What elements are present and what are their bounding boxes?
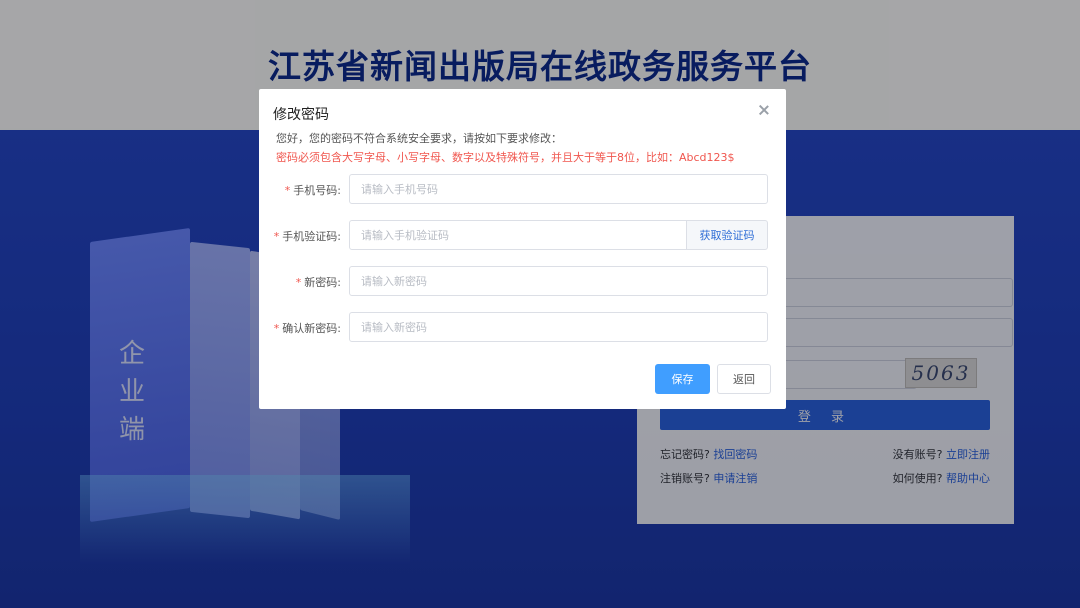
required-mark: * bbox=[273, 322, 280, 335]
confirm-password-label: * 确认新密码: bbox=[274, 320, 341, 336]
close-icon[interactable] bbox=[756, 103, 772, 119]
required-mark: * bbox=[273, 230, 280, 243]
sms-code-label-text: 手机验证码: bbox=[282, 230, 341, 243]
new-password-label: * 新密码: bbox=[296, 274, 341, 290]
get-code-button[interactable]: 获取验证码 bbox=[686, 220, 768, 250]
sms-code-input[interactable] bbox=[349, 220, 687, 250]
confirm-password-label-text: 确认新密码: bbox=[282, 322, 341, 335]
new-password-input[interactable] bbox=[349, 266, 768, 296]
dialog-notice: 您好，您的密码不符合系统安全要求，请按如下要求修改： bbox=[276, 132, 562, 145]
save-button[interactable]: 保存 bbox=[655, 364, 710, 394]
dialog-title: 修改密码 bbox=[273, 107, 329, 123]
back-button[interactable]: 返回 bbox=[717, 364, 771, 394]
new-password-label-text: 新密码: bbox=[304, 276, 341, 289]
required-mark: * bbox=[284, 184, 291, 197]
phone-label-text: 手机号码: bbox=[293, 184, 341, 197]
phone-input[interactable] bbox=[349, 174, 768, 204]
password-rule-warning: 密码必须包含大写字母、小写字母、数字以及特殊符号，并且大于等于8位，比如：Abc… bbox=[276, 151, 735, 164]
change-password-dialog: 修改密码 您好，您的密码不符合系统安全要求，请按如下要求修改： 密码必须包含大写… bbox=[259, 89, 786, 409]
phone-row: * 手机号码: bbox=[259, 174, 786, 204]
new-password-row: * 新密码: bbox=[259, 266, 786, 296]
confirm-password-input[interactable] bbox=[349, 312, 768, 342]
sms-code-label: * 手机验证码: bbox=[274, 228, 341, 244]
sms-code-row: *手机验证码: 获取验证码 bbox=[259, 220, 786, 250]
required-mark: * bbox=[295, 276, 302, 289]
phone-label: * 手机号码: bbox=[285, 182, 341, 198]
confirm-password-row: * 确认新密码: bbox=[259, 312, 786, 342]
